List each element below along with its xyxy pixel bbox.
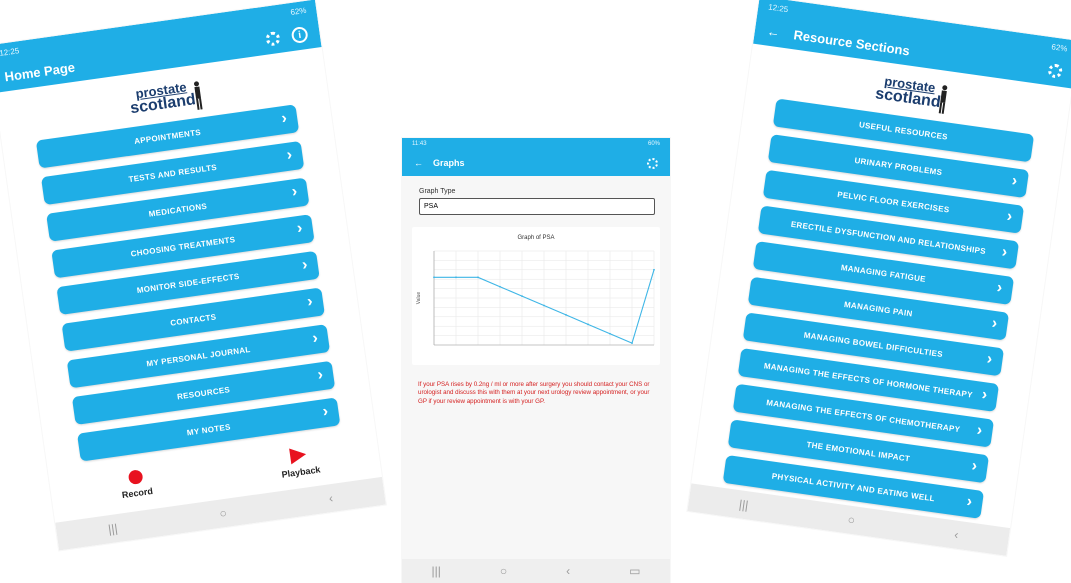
back-arrow-icon[interactable]: ← <box>414 158 423 168</box>
status-bar: 11:43 60% <box>402 138 670 150</box>
psa-data-point <box>433 276 435 279</box>
chevron-right-icon: › <box>316 366 325 384</box>
info-icon[interactable]: i <box>290 25 309 45</box>
graphs-screen: 11:43 60% ← Graphs Graph Type PSA Graph … <box>402 138 670 583</box>
play-icon <box>289 446 308 465</box>
page-title: Home Page <box>3 59 76 84</box>
menu-button-label: MEDICATIONS <box>148 201 208 219</box>
menu-button-label: MY PERSONAL JOURNAL <box>145 344 252 368</box>
chevron-right-icon: › <box>975 421 984 440</box>
psa-data-point <box>653 268 655 271</box>
menu-button-label: MONITOR SIDE-EFFECTS <box>136 271 241 295</box>
chevron-right-icon: › <box>990 314 999 333</box>
psa-data-point <box>521 295 523 298</box>
gear-icon[interactable] <box>265 30 281 47</box>
home-screen: 12:25 62% Home Page i prostate scotland … <box>0 0 386 551</box>
menu-button-label: MANAGING PAIN <box>843 299 914 318</box>
menu-button-label: URINARY PROBLEMS <box>854 155 943 177</box>
menu-button-label: TESTS AND RESULTS <box>127 162 218 184</box>
chevron-right-icon: › <box>980 386 989 404</box>
menu-button-label: RESOURCES <box>176 384 231 402</box>
menu-button-label: THE EMOTIONAL IMPACT <box>806 439 911 463</box>
psa-data-point <box>499 285 501 288</box>
psa-data-point <box>565 314 567 316</box>
graph-type-select[interactable]: PSA <box>419 198 655 215</box>
chevron-right-icon: › <box>285 146 294 164</box>
menu-button-label: MANAGING BOWEL DIFFICULTIES <box>803 330 944 359</box>
record-button[interactable]: Record <box>119 468 154 502</box>
back-nav-icon[interactable]: ‹ <box>953 528 959 542</box>
psa-data-point <box>477 276 479 279</box>
psa-data-point <box>609 332 611 335</box>
playback-button[interactable]: Playback <box>278 445 321 480</box>
record-icon <box>127 469 144 486</box>
home-nav-icon[interactable]: ○ <box>219 506 228 521</box>
psa-data-point <box>455 276 457 279</box>
status-time: 11:43 <box>412 141 427 147</box>
recents-icon[interactable]: ||| <box>107 521 118 536</box>
recents-icon[interactable]: ||| <box>432 564 441 578</box>
gear-icon[interactable] <box>647 157 658 169</box>
menu-button-label: CHOOSING TREATMENTS <box>130 234 236 259</box>
menu-button-label: MANAGING FATIGUE <box>840 262 927 284</box>
back-nav-icon[interactable]: ‹ <box>566 564 570 578</box>
resources-screen: 12:25 62% ← Resource Sections prostate s… <box>687 0 1071 556</box>
page-title: Graphs <box>433 158 465 168</box>
status-time: 12:25 <box>767 1 789 14</box>
chevron-right-icon: › <box>1005 207 1014 226</box>
gear-icon[interactable] <box>1047 63 1064 79</box>
chevron-right-icon: › <box>311 329 320 348</box>
status-time: 12:25 <box>0 45 20 58</box>
recents-icon[interactable]: ||| <box>738 497 749 512</box>
resources-menu: USEFUL RESOURCES URINARY PROBLEMS › PELVIC … <box>692 94 1065 523</box>
menu-button-label: USEFUL RESOURCES <box>858 119 949 142</box>
status-battery: 60% <box>647 141 660 147</box>
chevron-right-icon: › <box>290 182 299 201</box>
chevron-right-icon: › <box>295 219 304 238</box>
chevron-right-icon: › <box>1000 243 1009 262</box>
y-axis-label: Value <box>416 292 422 305</box>
chevron-right-icon: › <box>985 350 994 369</box>
status-battery: 62% <box>289 5 307 17</box>
home-menu: APPOINTMENTS › TESTS AND RESULTS › MEDICATIO… <box>2 100 374 467</box>
chevron-right-icon: › <box>1010 172 1019 190</box>
chevron-right-icon: › <box>995 279 1004 297</box>
psa-data-point <box>587 323 589 326</box>
menu-button-label: CONTACTS <box>169 311 217 328</box>
menu-button-label: MY NOTES <box>186 421 232 438</box>
menu-button-label: APPOINTMENTS <box>133 127 202 146</box>
psa-data-point <box>631 342 633 345</box>
chevron-right-icon: › <box>300 256 309 274</box>
back-arrow-icon[interactable]: ← <box>766 23 781 40</box>
system-nav-bar: ||| ○ ‹ ▭ <box>402 559 670 583</box>
chevron-right-icon: › <box>321 402 330 421</box>
home-nav-icon[interactable]: ○ <box>500 564 507 578</box>
keyboard-icon[interactable]: ▭ <box>629 564 640 578</box>
home-nav-icon[interactable]: ○ <box>847 513 856 528</box>
back-nav-icon[interactable]: ‹ <box>328 491 334 505</box>
chart-title: Graph of PSA <box>517 235 554 241</box>
graph-card: Graph of PSA Value <box>412 227 660 365</box>
chevron-right-icon: › <box>970 457 979 476</box>
graph-type-label: Graph Type <box>419 188 456 195</box>
psa-data-point <box>543 304 545 307</box>
chevron-right-icon: › <box>306 292 315 311</box>
psa-chart: Graph of PSA Value <box>416 235 655 346</box>
chevron-right-icon: › <box>280 109 289 128</box>
psa-warning-text: If your PSA rises by 0.2ng / ml or more … <box>418 381 650 405</box>
app-bar: ← Graphs <box>402 150 670 176</box>
menu-button-label: PELVIC FLOOR EXERCISES <box>836 189 951 215</box>
graphs-header: 11:43 60% ← Graphs <box>402 138 670 176</box>
chevron-right-icon: › <box>965 493 974 511</box>
status-battery: 62% <box>1050 41 1069 53</box>
